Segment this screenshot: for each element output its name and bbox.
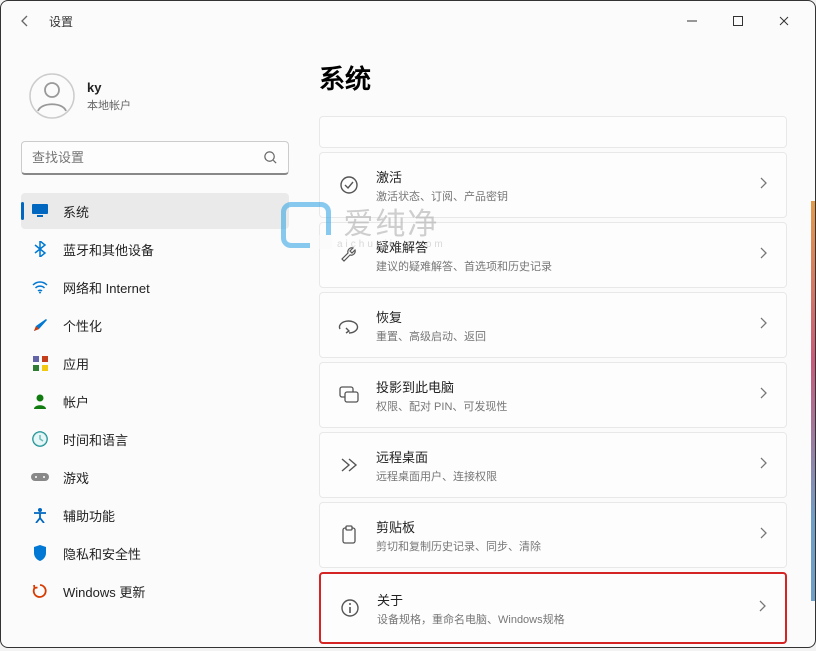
search-box[interactable] [21,141,289,175]
clipboard-icon [338,525,360,545]
display-icon [31,202,49,220]
user-block[interactable]: ky 本地帐户 [21,61,289,135]
wrench-icon [338,245,360,265]
sidebar-item-label: 游戏 [63,468,89,487]
card-title: 关于 [377,590,741,609]
chevron-right-icon [758,176,768,195]
settings-card[interactable]: 恢复重置、高级启动、返回 [319,292,787,358]
accessibility-icon [31,506,49,524]
settings-card[interactable]: 远程桌面远程桌面用户、连接权限 [319,432,787,498]
sidebar-item-label: 系统 [63,202,89,221]
card-title: 恢复 [376,307,742,326]
sidebar-item-display[interactable]: 系统 [21,193,289,229]
project-icon [338,386,360,404]
card-body: 疑难解答建议的疑难解答、首选项和历史记录 [376,237,742,274]
sidebar-item-label: 个性化 [63,316,102,335]
card-subtitle: 权限、配对 PIN、可发现性 [376,398,742,414]
sidebar-item-brush[interactable]: 个性化 [21,307,289,343]
main-panel: 系统 激活激活状态、订阅、产品密钥疑难解答建议的疑难解答、首选项和历史记录恢复重… [301,41,815,647]
content-area: ky 本地帐户 系统蓝牙和其他设备网络和 Internet 个性化应用帐户时间和语… [1,41,815,647]
settings-card[interactable]: 激活激活状态、订阅、产品密钥 [319,152,787,218]
sidebar-item-game[interactable]: 游戏 [21,459,289,495]
chevron-right-icon [757,599,767,618]
chevron-right-icon [758,526,768,545]
chevron-right-icon [758,456,768,475]
sidebar-item-bluetooth[interactable]: 蓝牙和其他设备 [21,231,289,267]
card-subtitle: 建议的疑难解答、首选项和历史记录 [376,258,742,274]
sidebar-item-label: 应用 [63,354,89,373]
window-title: 设置 [49,13,73,30]
sidebar-item-wifi[interactable]: 网络和 Internet [21,269,289,305]
card-subtitle: 重置、高级启动、返回 [376,328,742,344]
settings-card[interactable]: 关于设备规格，重命名电脑、Windows规格 [319,572,787,644]
sidebar-item-label: 时间和语言 [63,430,128,449]
minimize-button[interactable] [669,5,715,37]
sidebar-item-apps[interactable]: 应用 [21,345,289,381]
info-icon [339,598,361,618]
recover-icon [338,316,360,334]
sidebar-item-update[interactable]: Windows 更新 [21,573,289,609]
card-subtitle: 剪切和复制历史记录、同步、清除 [376,538,742,554]
settings-card[interactable]: 剪贴板剪切和复制历史记录、同步、清除 [319,502,787,568]
settings-card[interactable]: 投影到此电脑权限、配对 PIN、可发现性 [319,362,787,428]
brush-icon [31,316,49,334]
clock-icon [31,430,49,448]
user-subtitle: 本地帐户 [87,97,131,113]
sidebar-item-label: 网络和 Internet [63,278,150,297]
sidebar-item-person[interactable]: 帐户 [21,383,289,419]
nav-list: 系统蓝牙和其他设备网络和 Internet 个性化应用帐户时间和语言游戏辅助功能隐… [21,193,289,609]
sidebar-item-shield[interactable]: 隐私和安全性 [21,535,289,571]
card-body: 远程桌面远程桌面用户、连接权限 [376,447,742,484]
card-body: 激活激活状态、订阅、产品密钥 [376,167,742,204]
sidebar-item-label: 隐私和安全性 [63,544,141,563]
remote-icon [338,456,360,474]
wifi-icon [31,278,49,296]
card-body: 关于设备规格，重命名电脑、Windows规格 [377,590,741,627]
chevron-right-icon [758,316,768,335]
card-body: 剪贴板剪切和复制历史记录、同步、清除 [376,517,742,554]
update-icon [31,582,49,600]
check-circle-icon [338,175,360,195]
bluetooth-icon [31,240,49,258]
chevron-right-icon [758,246,768,265]
card-title: 远程桌面 [376,447,742,466]
card-list: 激活激活状态、订阅、产品密钥疑难解答建议的疑难解答、首选项和历史记录恢复重置、高… [319,116,787,644]
game-icon [31,468,49,486]
settings-window: 设置 ky 本地帐户 系统蓝 [0,0,816,648]
back-button[interactable] [9,5,41,37]
search-input[interactable] [32,150,263,165]
search-icon [263,150,278,165]
card-fragment-top[interactable] [319,116,787,148]
card-subtitle: 激活状态、订阅、产品密钥 [376,188,742,204]
card-subtitle: 设备规格，重命名电脑、Windows规格 [377,611,741,627]
sidebar-item-label: 辅助功能 [63,506,115,525]
shield-icon [31,544,49,562]
avatar-icon [29,73,75,119]
apps-icon [31,354,49,372]
card-body: 投影到此电脑权限、配对 PIN、可发现性 [376,377,742,414]
settings-card[interactable]: 疑难解答建议的疑难解答、首选项和历史记录 [319,222,787,288]
card-body: 恢复重置、高级启动、返回 [376,307,742,344]
card-title: 剪贴板 [376,517,742,536]
user-name: ky [87,80,131,95]
sidebar-item-label: 蓝牙和其他设备 [63,240,154,259]
sidebar-item-label: Windows 更新 [63,582,145,601]
titlebar: 设置 [1,1,815,41]
sidebar-item-clock[interactable]: 时间和语言 [21,421,289,457]
card-subtitle: 远程桌面用户、连接权限 [376,468,742,484]
back-arrow-icon [17,13,33,29]
maximize-button[interactable] [715,5,761,37]
chevron-right-icon [758,386,768,405]
card-title: 疑难解答 [376,237,742,256]
desktop-edge-decoration [811,201,815,601]
page-title: 系统 [319,59,787,96]
sidebar-item-accessibility[interactable]: 辅助功能 [21,497,289,533]
person-icon [31,392,49,410]
close-button[interactable] [761,5,807,37]
sidebar: ky 本地帐户 系统蓝牙和其他设备网络和 Internet 个性化应用帐户时间和语… [1,41,301,647]
card-title: 投影到此电脑 [376,377,742,396]
card-title: 激活 [376,167,742,186]
window-controls [669,5,807,37]
sidebar-item-label: 帐户 [63,392,89,411]
